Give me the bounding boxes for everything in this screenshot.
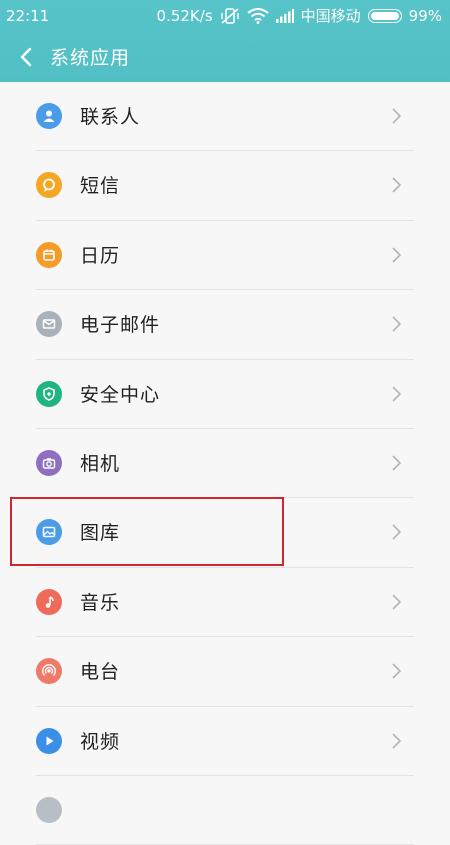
status-indicators: 0.52K/s 中国移动 99%: [157, 0, 442, 32]
list-item-camera[interactable]: 相机: [0, 429, 450, 499]
item-label: 日历: [80, 244, 121, 267]
list-item-contacts[interactable]: 联系人: [0, 82, 450, 152]
list-item-radio[interactable]: 电台: [0, 637, 450, 707]
status-bar: 22:11 0.52K/s 中国移动 99%: [0, 0, 450, 32]
radio-icon: [36, 658, 62, 685]
signal-icon: [275, 9, 294, 23]
item-label: 相机: [80, 452, 121, 475]
message-icon: [36, 172, 62, 199]
back-arrow-icon[interactable]: [16, 46, 38, 68]
list-item-messages[interactable]: 短信: [0, 151, 450, 222]
battery-percent: 99%: [408, 7, 442, 25]
list-item-email[interactable]: 电子邮件: [0, 290, 450, 360]
chevron-right-icon: [392, 663, 402, 679]
calendar-icon: [36, 241, 62, 268]
item-label: 音乐: [80, 591, 121, 614]
camera-icon: [36, 449, 62, 476]
list-item-music[interactable]: 音乐: [0, 568, 450, 638]
item-label: 短信: [80, 175, 121, 198]
item-label: 安全中心: [80, 383, 161, 406]
network-speed: 0.52K/s: [156, 7, 213, 25]
shield-icon: [36, 380, 62, 407]
gallery-icon: [36, 519, 62, 546]
chevron-right-icon: [392, 108, 402, 124]
chevron-right-icon: [392, 455, 402, 471]
list-item-partial[interactable]: [0, 776, 450, 845]
video-icon: [36, 727, 62, 754]
page-title: 系统应用: [50, 47, 131, 69]
chevron-right-icon: [392, 594, 402, 610]
chevron-right-icon: [392, 732, 402, 749]
item-label: 图库: [80, 522, 121, 545]
chevron-right-icon: [392, 177, 402, 193]
contact-icon: [36, 103, 62, 129]
music-icon: [36, 588, 62, 615]
list-item-security-center[interactable]: 安全中心: [0, 360, 450, 430]
vibrate-off-icon: [220, 7, 240, 25]
item-label: 视频: [80, 730, 121, 753]
battery-icon: [367, 9, 402, 23]
header: 22:11 0.52K/s 中国移动 99% 系统应用: [0, 0, 450, 82]
chevron-right-icon: [392, 385, 402, 402]
title-bar: 系统应用: [0, 32, 450, 82]
chevron-right-icon: [392, 247, 402, 263]
item-label: 电台: [80, 661, 121, 684]
mail-icon: [36, 311, 62, 338]
item-icon: [36, 796, 62, 823]
item-label: 电子邮件: [80, 314, 161, 337]
status-time: 22:11: [6, 7, 50, 25]
system-apps-list: 联系人 短信 日历 电子邮件 安全中心 相机 图库 音乐 电台 视频: [0, 82, 450, 845]
list-item-gallery[interactable]: 图库: [0, 498, 450, 569]
item-label: 联系人: [80, 106, 141, 128]
wifi-icon: [247, 8, 269, 24]
list-item-video[interactable]: 视频: [0, 707, 450, 777]
list-item-calendar[interactable]: 日历: [0, 221, 450, 291]
chevron-right-icon: [392, 524, 402, 540]
chevron-right-icon: [392, 316, 402, 332]
carrier-name: 中国移动: [300, 7, 361, 25]
